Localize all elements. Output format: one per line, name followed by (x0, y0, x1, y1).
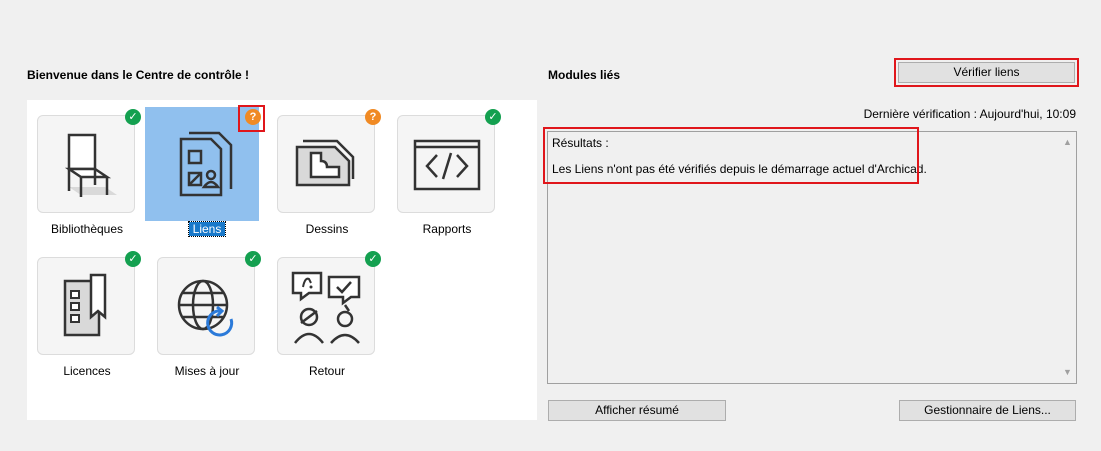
highlight-results (543, 127, 919, 184)
highlight-verify-button (894, 58, 1079, 87)
scroll-down-icon[interactable]: ▼ (1059, 364, 1076, 381)
code-report-icon (413, 139, 481, 191)
status-ok-icon: ✓ (365, 251, 381, 267)
module-grid: ✓ Bibliothèques ? Liens ? Dessins ✓ Rapp… (27, 100, 537, 420)
tile-licences[interactable]: ✓ Licences (27, 242, 147, 382)
welcome-title: Bienvenue dans le Centre de contrôle ! (27, 68, 250, 82)
tile-dessins[interactable]: ? Dessins (267, 100, 387, 240)
tile-label: Dessins (305, 222, 349, 236)
tile-label: Retour (308, 364, 346, 378)
last-check-text: Dernière vérification : Aujourd'hui, 10:… (863, 107, 1076, 121)
status-ok-icon: ✓ (125, 251, 141, 267)
tile-mises-a-jour[interactable]: ✓ Mises à jour (147, 242, 267, 382)
scroll-up-icon[interactable]: ▲ (1059, 134, 1076, 151)
tile-label: Liens (187, 221, 227, 237)
linked-document-icon (179, 131, 233, 197)
status-ok-icon: ✓ (485, 109, 501, 125)
feedback-icon (291, 271, 361, 344)
tile-label: Rapports (422, 222, 472, 236)
tile-label: Bibliothèques (50, 222, 124, 236)
highlight-liens-badge (238, 105, 265, 132)
results-scrollbar[interactable]: ▲ ▼ (1059, 132, 1076, 383)
drawing-icon (295, 139, 355, 187)
tile-rapports[interactable]: ✓ Rapports (387, 100, 507, 240)
tile-retour[interactable]: ✓ Retour (267, 242, 387, 382)
globe-update-icon (177, 279, 234, 337)
chair-icon (64, 133, 117, 197)
tile-label: Mises à jour (174, 364, 240, 378)
status-ok-icon: ✓ (125, 109, 141, 125)
license-icon (63, 273, 107, 337)
tile-bibliotheques[interactable]: ✓ Bibliothèques (27, 100, 147, 240)
tile-label: Licences (63, 364, 111, 378)
show-summary-button[interactable]: Afficher résumé (548, 400, 726, 421)
status-warning-icon: ? (365, 109, 381, 125)
modules-title: Modules liés (548, 68, 621, 82)
links-manager-button[interactable]: Gestionnaire de Liens... (899, 400, 1076, 421)
status-ok-icon: ✓ (245, 251, 261, 267)
